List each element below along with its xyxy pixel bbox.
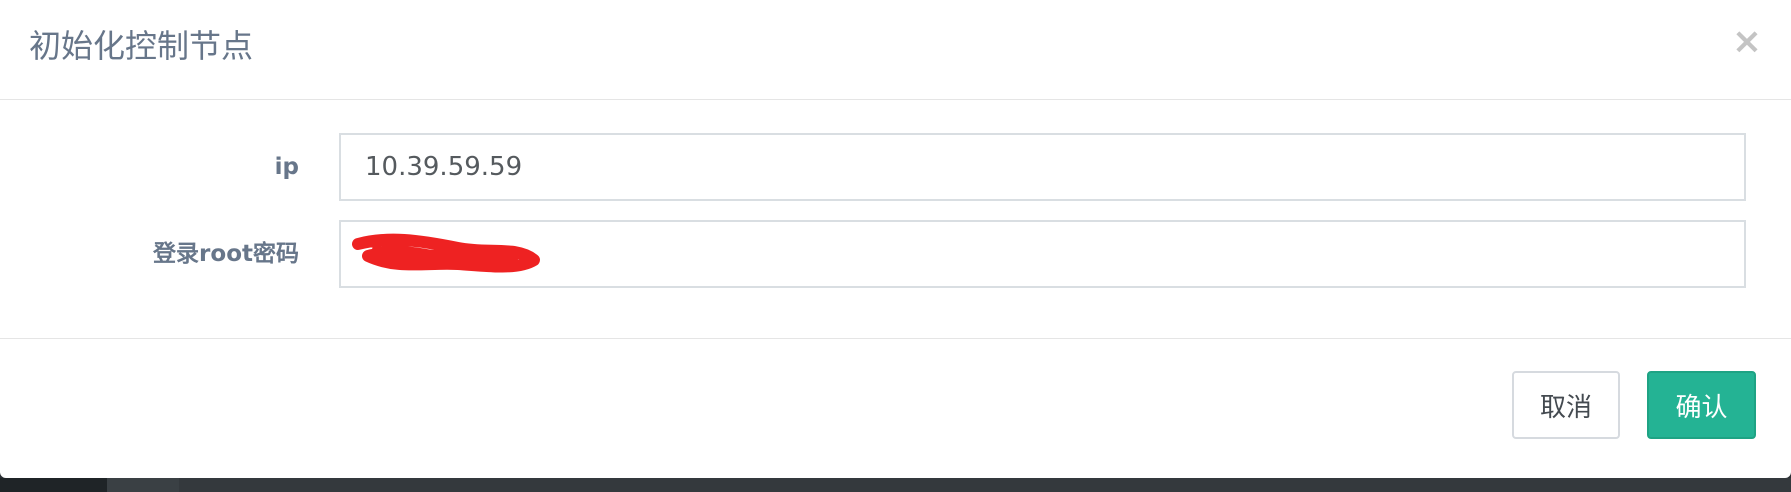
page-backdrop <box>0 478 1791 492</box>
close-icon[interactable]: × <box>1729 22 1765 62</box>
dialog-body: ip 登录root密码 <box>0 100 1791 339</box>
root-password-input[interactable] <box>339 220 1746 288</box>
dialog-footer: 取消 确认 <box>0 339 1791 478</box>
backdrop-segment <box>0 478 107 492</box>
dialog-title: 初始化控制节点 <box>29 27 254 65</box>
ip-label: ip <box>274 154 299 180</box>
root-password-form-row: 登录root密码 <box>0 220 1791 288</box>
cancel-button[interactable]: 取消 <box>1512 371 1620 439</box>
init-control-node-dialog: 初始化控制节点 × ip 登录root密码 取消 确认 <box>0 0 1791 478</box>
dialog-header: 初始化控制节点 × <box>0 0 1791 100</box>
ip-form-row: ip <box>0 133 1791 201</box>
root-password-label: 登录root密码 <box>153 241 299 267</box>
confirm-button[interactable]: 确认 <box>1647 371 1756 439</box>
ip-input[interactable] <box>339 133 1746 201</box>
backdrop-segment <box>107 478 179 492</box>
